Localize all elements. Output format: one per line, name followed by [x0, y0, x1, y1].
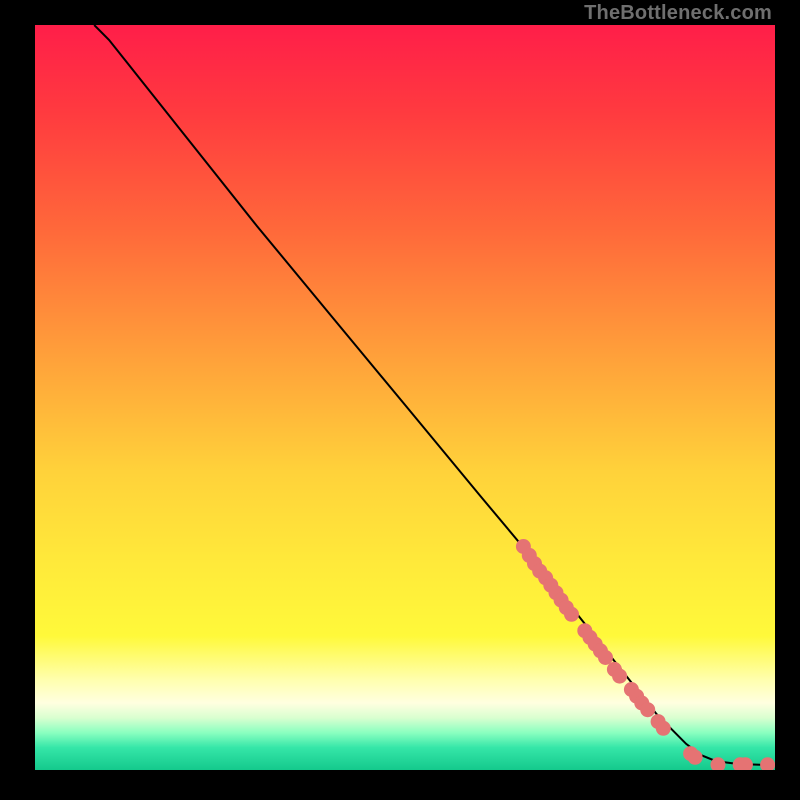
chart-frame: TheBottleneck.com [0, 0, 800, 800]
data-marker [760, 757, 775, 770]
data-marker [564, 607, 579, 622]
chart-overlay [35, 25, 775, 770]
plot-area [35, 25, 775, 770]
data-marker [688, 750, 703, 765]
data-marker [598, 650, 613, 665]
data-marker [656, 721, 671, 736]
data-marker [612, 669, 627, 684]
data-marker [640, 702, 655, 717]
attribution-label: TheBottleneck.com [584, 2, 772, 25]
bottleneck-curve [94, 25, 775, 765]
data-markers-group [516, 539, 775, 770]
